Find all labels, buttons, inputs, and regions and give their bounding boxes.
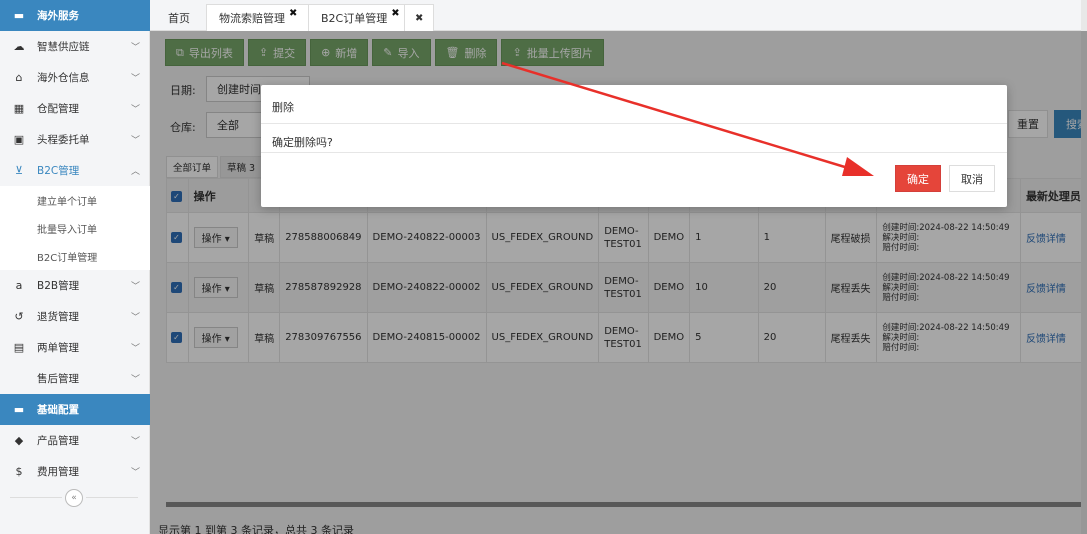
grid-icon: ▦ [13,102,25,115]
sidebar-item-label: 退货管理 [37,311,79,323]
collapse-sidebar-icon[interactable]: « [65,489,83,507]
divider [86,497,138,498]
sidebar-item-label: 基础配置 [37,404,79,416]
tab-label: 首页 [168,11,190,25]
cloud-icon: ☁ [13,40,25,53]
divider [261,123,1007,124]
sidebar-subitem-create-order[interactable]: 建立单个订单 [0,186,150,214]
folder-icon: ▬ [13,9,25,22]
confirm-button[interactable]: 确定 [895,165,941,192]
cancel-button[interactable]: 取消 [949,165,995,192]
chevron-down-icon: ﹀ [130,136,140,146]
sidebar-item-b2c[interactable]: ⊻ B2C管理 ︿ [0,155,150,186]
sidebar-item-label: 头程委托单 [37,134,90,146]
briefcase-icon: ▣ [13,133,25,146]
tab-b2c-orders[interactable]: B2C订单管理 ✖ [308,4,413,31]
divider [261,152,1007,153]
sidebar-item-supply-chain[interactable]: ☁ 智慧供应链 ﹀ [0,31,150,62]
chevron-down-icon: ﹀ [130,282,140,292]
tab-close-all[interactable]: ✖ [404,4,435,31]
sidebar-item-label: 两单管理 [37,342,79,354]
undo-icon: ↺ [14,310,24,323]
sidebar-item-after-sales[interactable]: 售后管理 ﹀ [0,363,150,394]
sidebar-item-b2b[interactable]: a B2B管理 ﹀ [0,270,150,301]
cart-icon: ⊻ [14,164,24,177]
sidebar-item-label: 售后管理 [37,373,79,385]
sidebar-item-label: 费用管理 [37,466,79,478]
dollar-icon: $ [15,465,23,478]
sidebar-item-fees[interactable]: $ 费用管理 ﹀ [0,456,150,487]
close-icon[interactable]: ✖ [391,8,399,19]
sidebar-item-label: B2C管理 [37,165,80,177]
chevron-down-icon: ﹀ [130,375,140,385]
dialog-title: 删除 [272,101,294,114]
chevron-up-icon: ︿ [130,167,140,177]
sidebar-item-distribution[interactable]: ▦ 仓配管理 ﹀ [0,93,150,124]
sidebar-item-label: 仓配管理 [37,103,79,115]
sidebar-item-bills[interactable]: ▤ 两单管理 ﹀ [0,332,150,363]
sidebar-subitem-b2c-orders[interactable]: B2C订单管理 [0,242,150,270]
sidebar-item-label: 海外仓信息 [37,72,90,84]
chevron-down-icon: ﹀ [130,313,140,323]
delete-confirm-dialog: 删除 确定删除吗? 确定 取消 [261,85,1007,207]
close-icon[interactable]: ✖ [289,8,297,19]
tag-icon: ◆ [14,434,24,447]
sidebar-item-base-config[interactable]: ▬ 基础配置 [0,394,150,425]
folder-icon: ▬ [13,403,25,416]
tab-bar: 首页 物流索赔管理 ✖ B2C订单管理 ✖ ✖ [150,0,1087,31]
sidebar: ▬ 海外服务 ☁ 智慧供应链 ﹀ ⌂ 海外仓信息 ﹀ ▦ 仓配管理 ﹀ ▣ 头程… [0,0,150,534]
sidebar-item-label: 智慧供应链 [37,41,90,53]
tab-home[interactable]: 首页 [156,4,202,31]
dialog-message: 确定删除吗? [272,136,333,149]
sidebar-item-returns[interactable]: ↺ 退货管理 ﹀ [0,301,150,332]
document-icon: ▤ [13,341,25,354]
divider [10,497,62,498]
chevron-down-icon: ﹀ [130,74,140,84]
sidebar-item-label: 海外服务 [37,10,79,22]
close-icon[interactable]: ✖ [415,13,423,24]
tab-claims[interactable]: 物流索赔管理 ✖ [206,4,311,31]
chevron-down-icon: ﹀ [130,344,140,354]
sidebar-item-warehouse-info[interactable]: ⌂ 海外仓信息 ﹀ [0,62,150,93]
tab-label: 物流索赔管理 [219,12,285,25]
chevron-down-icon: ﹀ [130,468,140,478]
amazon-icon: a [15,279,23,292]
sidebar-subitem-batch-import[interactable]: 批量导入订单 [0,214,150,242]
home-icon: ⌂ [15,71,23,84]
sidebar-item-label: 产品管理 [37,435,79,447]
sidebar-item-first-leg[interactable]: ▣ 头程委托单 ﹀ [0,124,150,155]
chevron-down-icon: ﹀ [130,437,140,447]
sidebar-item-label: B2B管理 [37,280,80,292]
sidebar-item-products[interactable]: ◆ 产品管理 ﹀ [0,425,150,456]
tab-label: B2C订单管理 [321,12,388,25]
sidebar-item-overseas-service[interactable]: ▬ 海外服务 [0,0,150,31]
chevron-down-icon: ﹀ [130,105,140,115]
chevron-down-icon: ﹀ [130,43,140,53]
